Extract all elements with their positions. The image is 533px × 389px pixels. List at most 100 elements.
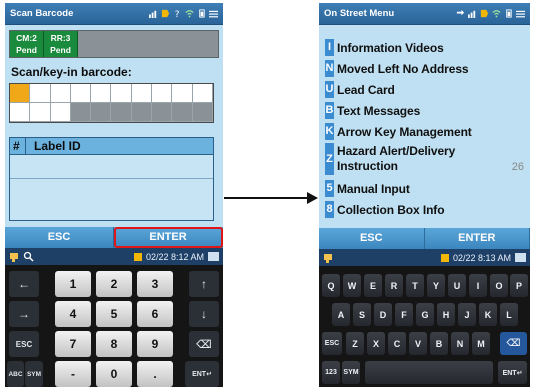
key-8[interactable]: 8	[96, 331, 132, 357]
wifi-icon	[492, 10, 501, 18]
key-k[interactable]: K	[479, 303, 497, 326]
input-cell	[192, 84, 213, 103]
input-cursor	[10, 84, 31, 103]
input-cell	[172, 103, 193, 122]
enter-key[interactable]: ENT↵	[185, 361, 219, 387]
enter-button[interactable]: ENTER	[114, 227, 223, 248]
menu-icon[interactable]	[516, 9, 525, 18]
counter-value: CM:2	[16, 33, 37, 43]
key-b[interactable]: B	[430, 332, 448, 355]
menu-item-hazard-alert[interactable]: Z Hazard Alert/Delivery Instruction	[325, 143, 524, 175]
esc-key[interactable]: ESC	[9, 331, 39, 357]
key-p[interactable]: P	[510, 274, 528, 297]
key-u[interactable]: U	[448, 274, 466, 297]
function-key-bar: ESC ENTER	[5, 227, 223, 248]
battery-icon	[199, 9, 205, 18]
sym-key[interactable]: SYM	[342, 361, 360, 384]
key-9[interactable]: 9	[137, 331, 173, 357]
key-0[interactable]: 0	[96, 361, 132, 387]
key-w[interactable]: W	[343, 274, 361, 297]
input-cell	[50, 103, 71, 122]
sym-key[interactable]: SYM	[25, 361, 43, 387]
menu-item-collection-box[interactable]: 8 Collection Box Info	[325, 201, 524, 218]
menu-icon[interactable]	[209, 9, 218, 18]
key-1[interactable]: 1	[55, 271, 91, 297]
period-key[interactable]: .	[137, 361, 173, 387]
alert-icon	[133, 252, 142, 261]
menu-hotkey: 5	[325, 180, 334, 197]
key-x[interactable]: X	[367, 332, 385, 355]
right-arrow-key[interactable]: →	[9, 301, 39, 327]
page-number: 26	[511, 161, 524, 173]
transition-arrow-line	[224, 197, 310, 199]
key-7[interactable]: 7	[55, 331, 91, 357]
menu-hotkey: 8	[325, 201, 334, 218]
rr-pending-counter[interactable]: RR:3 Pend	[44, 31, 78, 57]
key-f[interactable]: F	[395, 303, 413, 326]
key-s[interactable]: S	[353, 303, 371, 326]
barcode-input-grid[interactable]	[9, 83, 214, 123]
menu-item-arrow-key-management[interactable]: K Arrow Key Management	[325, 123, 524, 140]
menu-item-label: Lead Card	[337, 82, 395, 97]
menu-item-moved-left[interactable]: N Moved Left No Address	[325, 60, 524, 77]
key-j[interactable]: J	[458, 303, 476, 326]
status-icons: ?	[149, 9, 218, 18]
signal-icon	[149, 10, 157, 18]
label-id-table[interactable]: # Label ID	[9, 137, 214, 221]
key-r[interactable]: R	[385, 274, 403, 297]
key-o[interactable]: O	[490, 274, 508, 297]
numeric-mode-key[interactable]: 123	[322, 361, 340, 384]
abc-key[interactable]: ABC	[7, 361, 24, 387]
on-street-menu-screen: On Street Menu I Information Videos N Mo…	[319, 3, 530, 387]
key-c[interactable]: C	[388, 332, 406, 355]
key-2[interactable]: 2	[96, 271, 132, 297]
down-arrow-key[interactable]: ↓	[189, 301, 219, 327]
key-a[interactable]: A	[332, 303, 350, 326]
screen-title: Scan Barcode	[10, 8, 74, 19]
menu-item-label: Manual Input	[337, 181, 410, 196]
enter-key[interactable]: ENT↵	[498, 361, 527, 384]
key-y[interactable]: Y	[427, 274, 445, 297]
menu-item-manual-input[interactable]: 5 Manual Input	[325, 180, 524, 197]
cm-pending-counter[interactable]: CM:2 Pend	[10, 31, 44, 57]
space-key[interactable]	[365, 361, 493, 384]
key-n[interactable]: N	[451, 332, 469, 355]
minus-key[interactable]: -	[55, 361, 91, 387]
key-m[interactable]: M	[472, 332, 490, 355]
key-d[interactable]: D	[374, 303, 392, 326]
pending-counters: CM:2 Pend RR:3 Pend	[9, 30, 219, 58]
notification-time: 02/22 8:13 AM	[452, 252, 511, 263]
scan-label: Scan/key-in barcode:	[11, 65, 132, 79]
key-h[interactable]: H	[437, 303, 455, 326]
key-6[interactable]: 6	[137, 301, 173, 327]
input-cell	[50, 84, 71, 103]
status-bar: Scan Barcode ?	[5, 3, 223, 25]
esc-key[interactable]: ESC	[322, 332, 342, 355]
key-t[interactable]: T	[406, 274, 424, 297]
status-bar: On Street Menu	[319, 3, 530, 25]
left-arrow-key[interactable]: ←	[9, 271, 39, 297]
key-i[interactable]: I	[469, 274, 487, 297]
key-z[interactable]: Z	[346, 332, 364, 355]
key-5[interactable]: 5	[96, 301, 132, 327]
menu-item-lead-card[interactable]: U Lead Card	[325, 81, 524, 98]
key-e[interactable]: E	[364, 274, 382, 297]
esc-button[interactable]: ESC	[319, 228, 425, 249]
menu-hotkey: Z	[325, 143, 334, 175]
key-q[interactable]: Q	[322, 274, 340, 297]
up-arrow-key[interactable]: ↑	[189, 271, 219, 297]
menu-item-information-videos[interactable]: I Information Videos	[325, 39, 524, 56]
backspace-key[interactable]: ⌫	[189, 331, 219, 357]
key-4[interactable]: 4	[55, 301, 91, 327]
key-l[interactable]: L	[500, 303, 518, 326]
menu-list: I Information Videos N Moved Left No Add…	[319, 25, 530, 228]
backspace-key[interactable]: ⌫	[500, 332, 527, 355]
key-v[interactable]: V	[409, 332, 427, 355]
help-icon: ?	[175, 10, 180, 18]
enter-button[interactable]: ENTER	[425, 228, 530, 249]
menu-hotkey: U	[325, 81, 334, 98]
menu-item-text-messages[interactable]: B Text Messages	[325, 102, 524, 119]
esc-button[interactable]: ESC	[5, 227, 114, 248]
key-3[interactable]: 3	[137, 271, 173, 297]
key-g[interactable]: G	[416, 303, 434, 326]
